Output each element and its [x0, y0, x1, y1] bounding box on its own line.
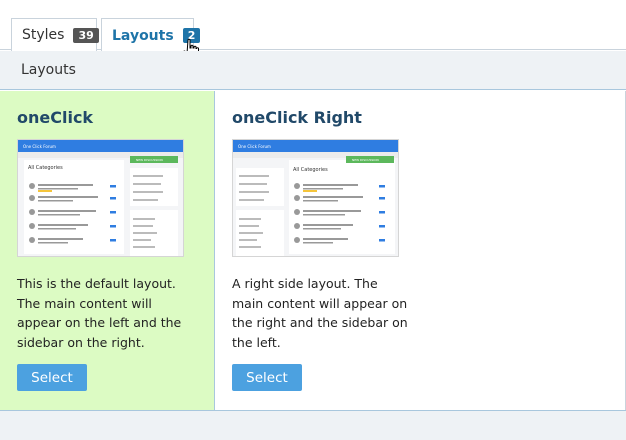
layout-preview-image: One Click Forum NEW DISCUSSION All Categ… [233, 140, 398, 256]
thumb-forum-title: One Click Forum [23, 144, 56, 149]
section-title: Layouts [21, 62, 76, 78]
select-oneclick-right-button[interactable]: Select [232, 364, 302, 391]
tab-bar: Styles 39 Layouts 2 [0, 0, 626, 52]
layout-thumbnail: One Click Forum All Categories NEW DISCU… [17, 139, 184, 257]
layout-card-oneclick: oneClick One Click Forum All Categories … [0, 91, 215, 410]
section-header: Layouts [0, 51, 626, 90]
footer-bar [0, 410, 626, 440]
thumb-new-button: NEW DISCUSSION [136, 158, 163, 162]
tab-styles[interactable]: Styles 39 [11, 18, 99, 51]
tab-layouts-label: Layouts [112, 27, 174, 44]
layout-name: oneClick Right [232, 108, 362, 127]
tab-styles-count-badge: 39 [73, 27, 99, 43]
thumb-heading: All Categories [293, 167, 328, 173]
thumb-forum-title: One Click Forum [238, 144, 271, 149]
tab-styles-label: Styles [22, 27, 65, 43]
layout-description: A right side layout. The main content wi… [232, 276, 408, 350]
layout-name: oneClick [17, 108, 94, 127]
layout-description: This is the default layout. The main con… [17, 276, 182, 350]
tab-layouts[interactable]: Layouts 2 [101, 18, 201, 52]
layout-preview-image: One Click Forum All Categories NEW DISCU… [18, 140, 183, 256]
select-oneclick-button[interactable]: Select [17, 364, 87, 391]
layout-card-oneclick-right: oneClick Right One Click Forum NEW DISCU… [215, 91, 430, 410]
layout-thumbnail: One Click Forum NEW DISCUSSION All Categ… [232, 139, 399, 257]
thumb-heading: All Categories [28, 165, 63, 171]
thumb-new-button: NEW DISCUSSION [352, 158, 379, 162]
